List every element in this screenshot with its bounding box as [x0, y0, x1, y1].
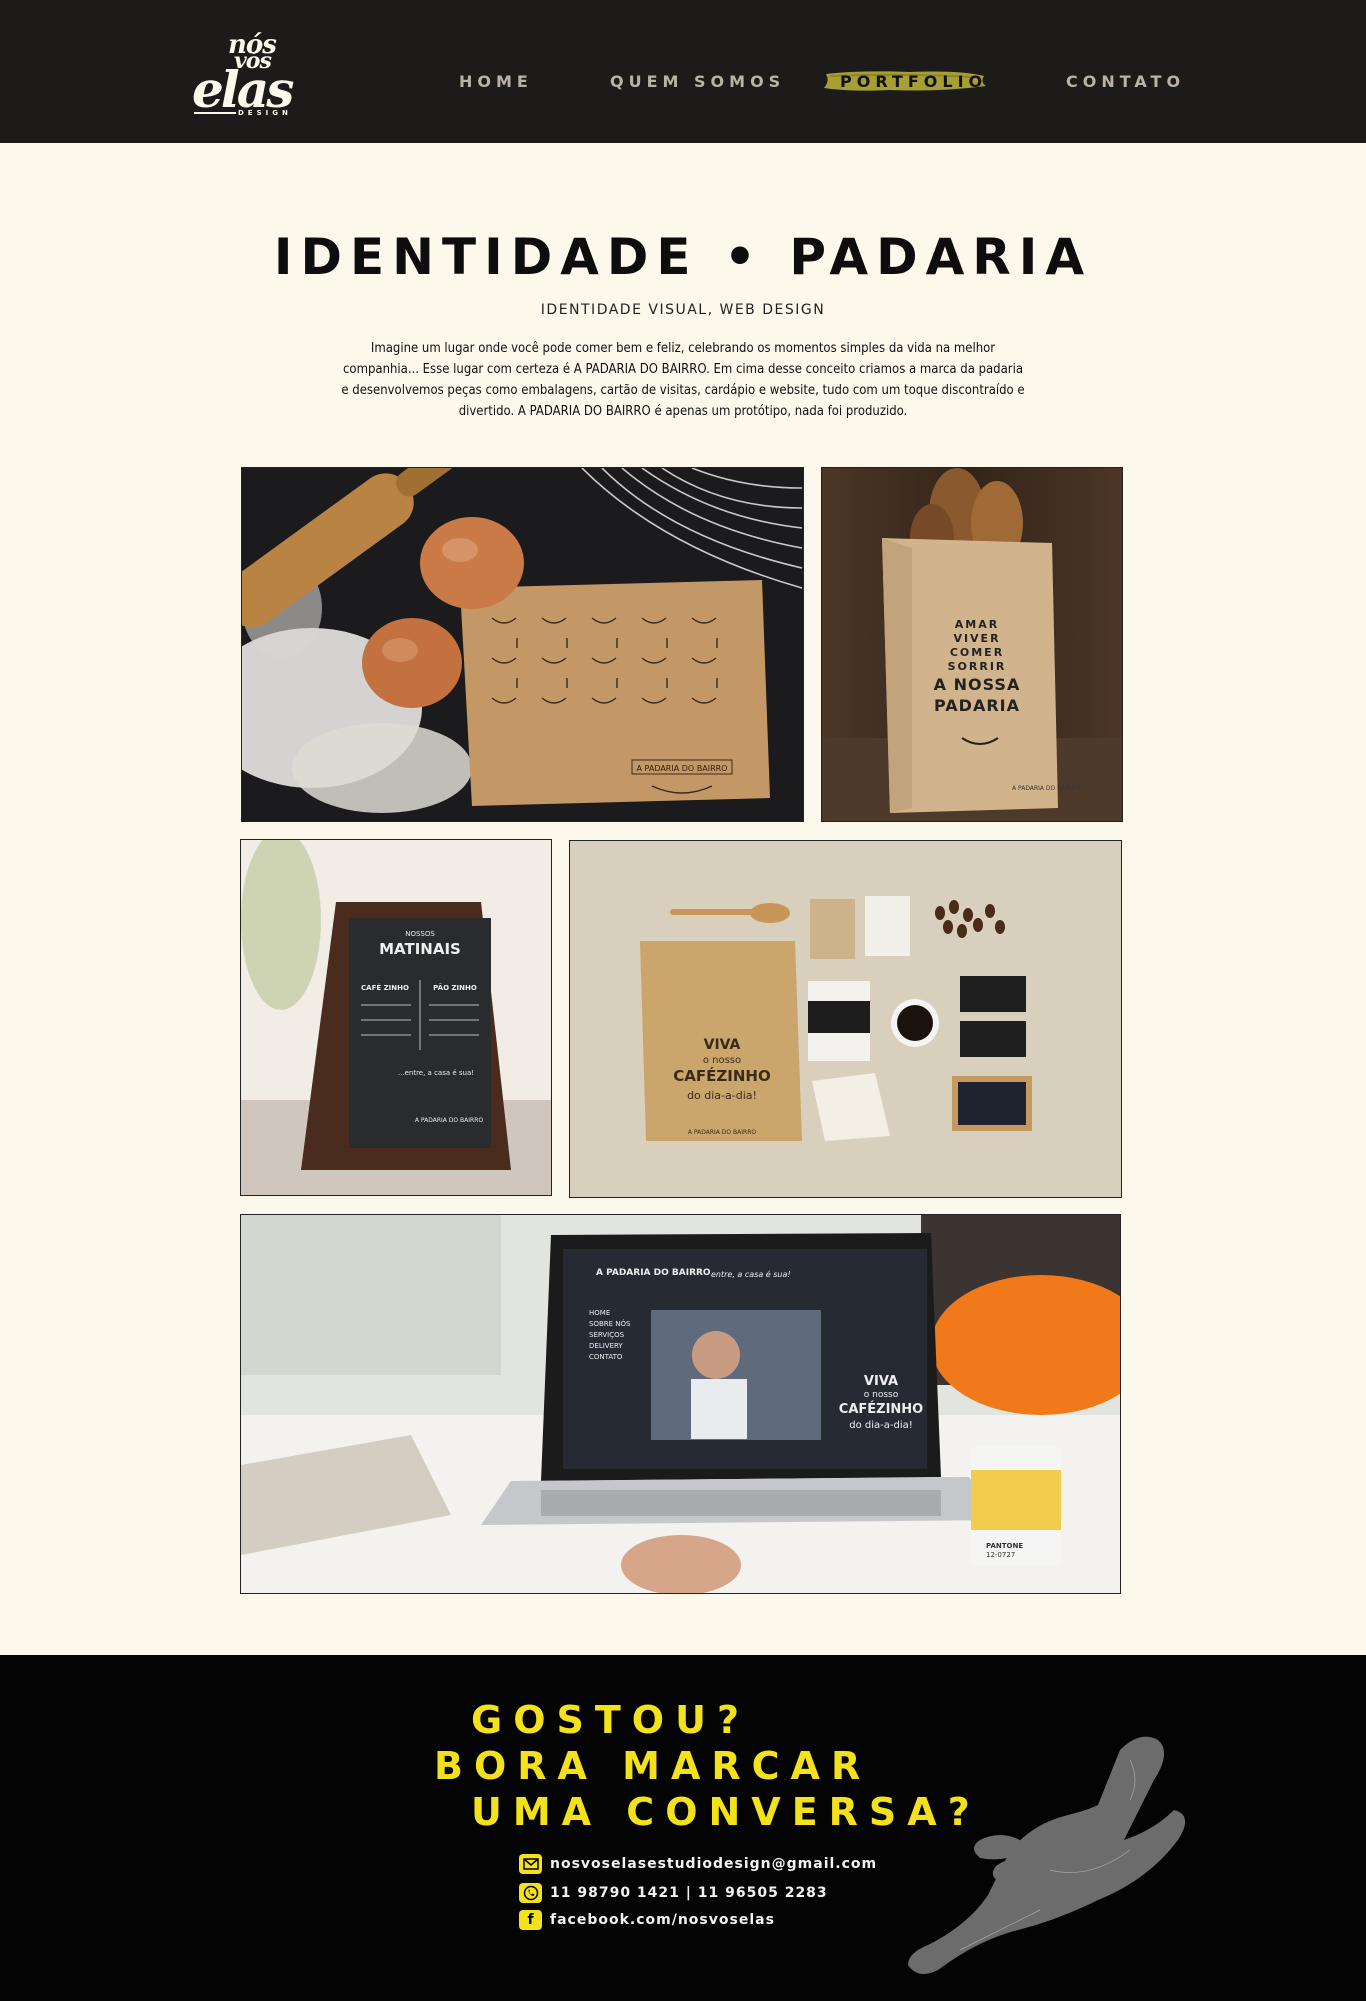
- photo-chalkboard[interactable]: NOSSOS MATINAIS CAFÉ ZINHO PÃO ZINHO ...…: [240, 839, 552, 1196]
- p3-brand: A PADARIA DO BAIRRO: [415, 1117, 483, 1124]
- logo-underline: [194, 112, 236, 114]
- nav-home[interactable]: HOME: [459, 72, 533, 91]
- site-hero4: do dia-a-dia!: [849, 1420, 913, 1431]
- p2-brand: A PADARIA DO BAIRRO: [1012, 785, 1080, 792]
- email-icon: [519, 1854, 542, 1874]
- site-menu-contato: CONTATO: [589, 1353, 623, 1361]
- bag-line4: SORRIR: [948, 660, 1007, 673]
- board-title1: NOSSOS: [405, 930, 435, 938]
- cup-label: PANTONE: [986, 1542, 1023, 1550]
- cta-line2: BORA MARCAR: [434, 1744, 872, 1788]
- project-subtitle: IDENTIDADE VISUAL, WEB DESIGN: [540, 302, 826, 318]
- site-menu-sobre: SOBRE NÓS: [589, 1319, 631, 1328]
- site-hero3: CAFÉZINHO: [839, 1401, 923, 1417]
- p4-brand: A PADARIA DO BAIRRO: [688, 1129, 756, 1136]
- photo-paper-bag[interactable]: AMAR VIVER COMER SORRIR A NOSSA PADARIA …: [821, 467, 1123, 822]
- bag-line2: VIVER: [953, 632, 1000, 645]
- contact-facebook[interactable]: f facebook.com/nosvoselas: [519, 1909, 775, 1931]
- site-menu-servicos: SERVIÇOS: [589, 1331, 625, 1339]
- site-menu-home: HOME: [589, 1309, 610, 1317]
- photo-stationery-flatlay[interactable]: VIVA o nosso CAFÉZINHO do dia-a-dia! A P…: [569, 840, 1122, 1198]
- site-header: nós vós elas DESIGN HOME QUEM SOMOS PORT…: [0, 0, 1366, 143]
- pack-line2: o nosso: [703, 1055, 741, 1066]
- logo[interactable]: nós vós elas DESIGN: [190, 30, 294, 122]
- bag-line5: A NOSSA: [934, 675, 1021, 694]
- phone-text: 11 98790 1421 | 11 96505 2283: [550, 1885, 828, 1901]
- site-tag: entre, a casa é sua!: [711, 1269, 791, 1279]
- board-foot: ...entre, a casa é sua!: [398, 1069, 474, 1077]
- shaka-hand-icon: [908, 1736, 1186, 1974]
- nav-portfolio-label: PORTFOLIO: [840, 72, 988, 91]
- whatsapp-icon: [519, 1883, 542, 1903]
- nav-portfolio[interactable]: PORTFOLIO: [820, 64, 988, 98]
- email-text: nosvoselasestudiodesign@gmail.com: [550, 1856, 878, 1872]
- site-brand: A PADARIA DO BAIRRO: [596, 1268, 711, 1278]
- facebook-text: facebook.com/nosvoselas: [550, 1912, 775, 1928]
- pack-line3: CAFÉZINHO: [673, 1066, 770, 1085]
- site-hero1: VIVA: [864, 1374, 898, 1389]
- cta-line1: GOSTOU?: [471, 1698, 750, 1742]
- page-title: IDENTIDADE • PADARIA: [273, 228, 1093, 286]
- board-col2: PÃO ZINHO: [433, 983, 477, 992]
- contact-phone[interactable]: 11 98790 1421 | 11 96505 2283: [519, 1882, 828, 1904]
- photo-kraft-paper-illustration: A PADARIA DO BAIRRO: [242, 468, 803, 821]
- p1-brand: A PADARIA DO BAIRRO: [637, 764, 728, 773]
- photo-stationery-illustration: VIVA o nosso CAFÉZINHO do dia-a-dia! A P…: [570, 841, 1121, 1197]
- bag-line3: COMER: [950, 646, 1004, 659]
- bag-line1: AMAR: [955, 618, 999, 631]
- photo-laptop-illustration: A PADARIA DO BAIRRO entre, a casa é sua!…: [241, 1215, 1120, 1593]
- bag-line6: PADARIA: [934, 696, 1020, 715]
- photo-paper-bag-illustration: AMAR VIVER COMER SORRIR A NOSSA PADARIA …: [822, 468, 1122, 821]
- site-hero2: o nosso: [864, 1390, 899, 1400]
- project-description: Imagine um lugar onde você pode comer be…: [341, 341, 1025, 419]
- photo-laptop-website[interactable]: A PADARIA DO BAIRRO entre, a casa é sua!…: [240, 1214, 1121, 1594]
- logo-tagline: DESIGN: [238, 109, 292, 117]
- nav-contato[interactable]: CONTATO: [1066, 72, 1185, 91]
- nav-quem-somos[interactable]: QUEM SOMOS: [610, 72, 785, 91]
- contact-email[interactable]: nosvoselasestudiodesign@gmail.com: [519, 1853, 877, 1875]
- pack-line1: VIVA: [704, 1037, 741, 1053]
- photo-kraft-paper-eggs[interactable]: A PADARIA DO BAIRRO: [241, 467, 804, 822]
- photo-chalkboard-illustration: NOSSOS MATINAIS CAFÉ ZINHO PÃO ZINHO ...…: [241, 840, 551, 1195]
- cup-code: 12-0727: [986, 1551, 1015, 1559]
- pack-line4: do dia-a-dia!: [687, 1089, 757, 1102]
- site-menu-delivery: DELIVERY: [589, 1342, 623, 1350]
- facebook-icon: f: [519, 1910, 542, 1930]
- board-title2: MATINAIS: [379, 940, 461, 958]
- board-col1: CAFÉ ZINHO: [361, 983, 409, 992]
